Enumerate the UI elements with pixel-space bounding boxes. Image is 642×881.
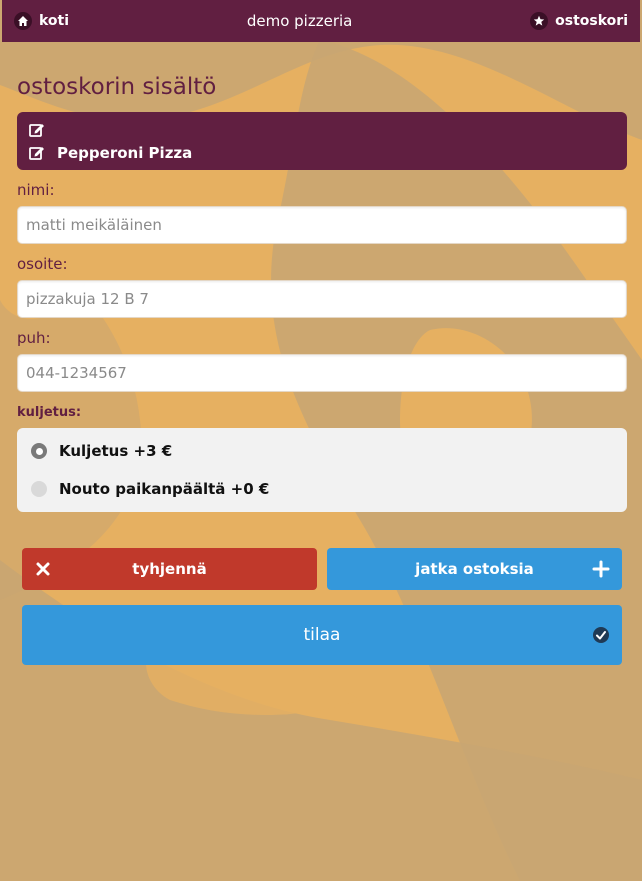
clear-cart-label: tyhjennä bbox=[132, 560, 207, 578]
site-title: demo pizzeria bbox=[246, 12, 353, 30]
phone-label: puh: bbox=[17, 329, 51, 347]
order-label: tilaa bbox=[303, 625, 341, 645]
cart-items: Pepperoni Pizza bbox=[17, 112, 627, 170]
phone-input[interactable] bbox=[17, 354, 627, 392]
name-input[interactable] bbox=[17, 206, 627, 244]
page-title: ostoskorin sisältö bbox=[17, 74, 217, 100]
address-label: osoite: bbox=[17, 255, 68, 273]
top-bar: koti demo pizzeria ostoskori bbox=[2, 0, 640, 42]
radio-checked-icon[interactable] bbox=[31, 443, 47, 459]
address-input[interactable] bbox=[17, 280, 627, 318]
page-frame: koti demo pizzeria ostoskori ostoskorin … bbox=[2, 0, 640, 881]
continue-shopping-label: jatka ostoksia bbox=[415, 560, 534, 578]
cart-label: ostoskori bbox=[555, 13, 628, 29]
continue-shopping-button[interactable]: jatka ostoksia bbox=[327, 548, 622, 590]
delivery-label: kuljetus: bbox=[17, 405, 82, 420]
delivery-options: Kuljetus +3 € Nouto paikanpäältä +0 € bbox=[17, 428, 627, 512]
home-button[interactable]: koti bbox=[14, 12, 69, 30]
name-label: nimi: bbox=[17, 181, 55, 199]
main-content: ostoskorin sisältö Pepperoni Pizza nimi:… bbox=[17, 70, 627, 512]
plus-icon bbox=[592, 560, 610, 578]
edit-icon[interactable] bbox=[29, 122, 45, 138]
cart-button[interactable]: ostoskori bbox=[530, 12, 628, 30]
edit-icon[interactable] bbox=[29, 145, 45, 161]
home-label: koti bbox=[39, 13, 70, 29]
star-icon bbox=[530, 12, 549, 30]
check-circle-icon bbox=[593, 627, 609, 643]
close-icon bbox=[36, 562, 50, 576]
cart-item: Pepperoni Pizza bbox=[29, 141, 615, 164]
delivery-option-label: Nouto paikanpäältä +0 € bbox=[59, 480, 270, 498]
cart-item-name: Pepperoni Pizza bbox=[57, 143, 193, 162]
delivery-option-delivery[interactable]: Kuljetus +3 € bbox=[31, 432, 613, 470]
delivery-option-pickup[interactable]: Nouto paikanpäältä +0 € bbox=[31, 470, 613, 508]
cart-item bbox=[29, 118, 615, 141]
action-buttons: tyhjennä jatka ostoksia bbox=[22, 548, 622, 590]
delivery-option-label: Kuljetus +3 € bbox=[59, 442, 173, 460]
clear-cart-button[interactable]: tyhjennä bbox=[22, 548, 317, 590]
home-icon bbox=[14, 12, 32, 30]
radio-unchecked-icon[interactable] bbox=[31, 481, 47, 497]
order-button[interactable]: tilaa bbox=[22, 605, 622, 665]
